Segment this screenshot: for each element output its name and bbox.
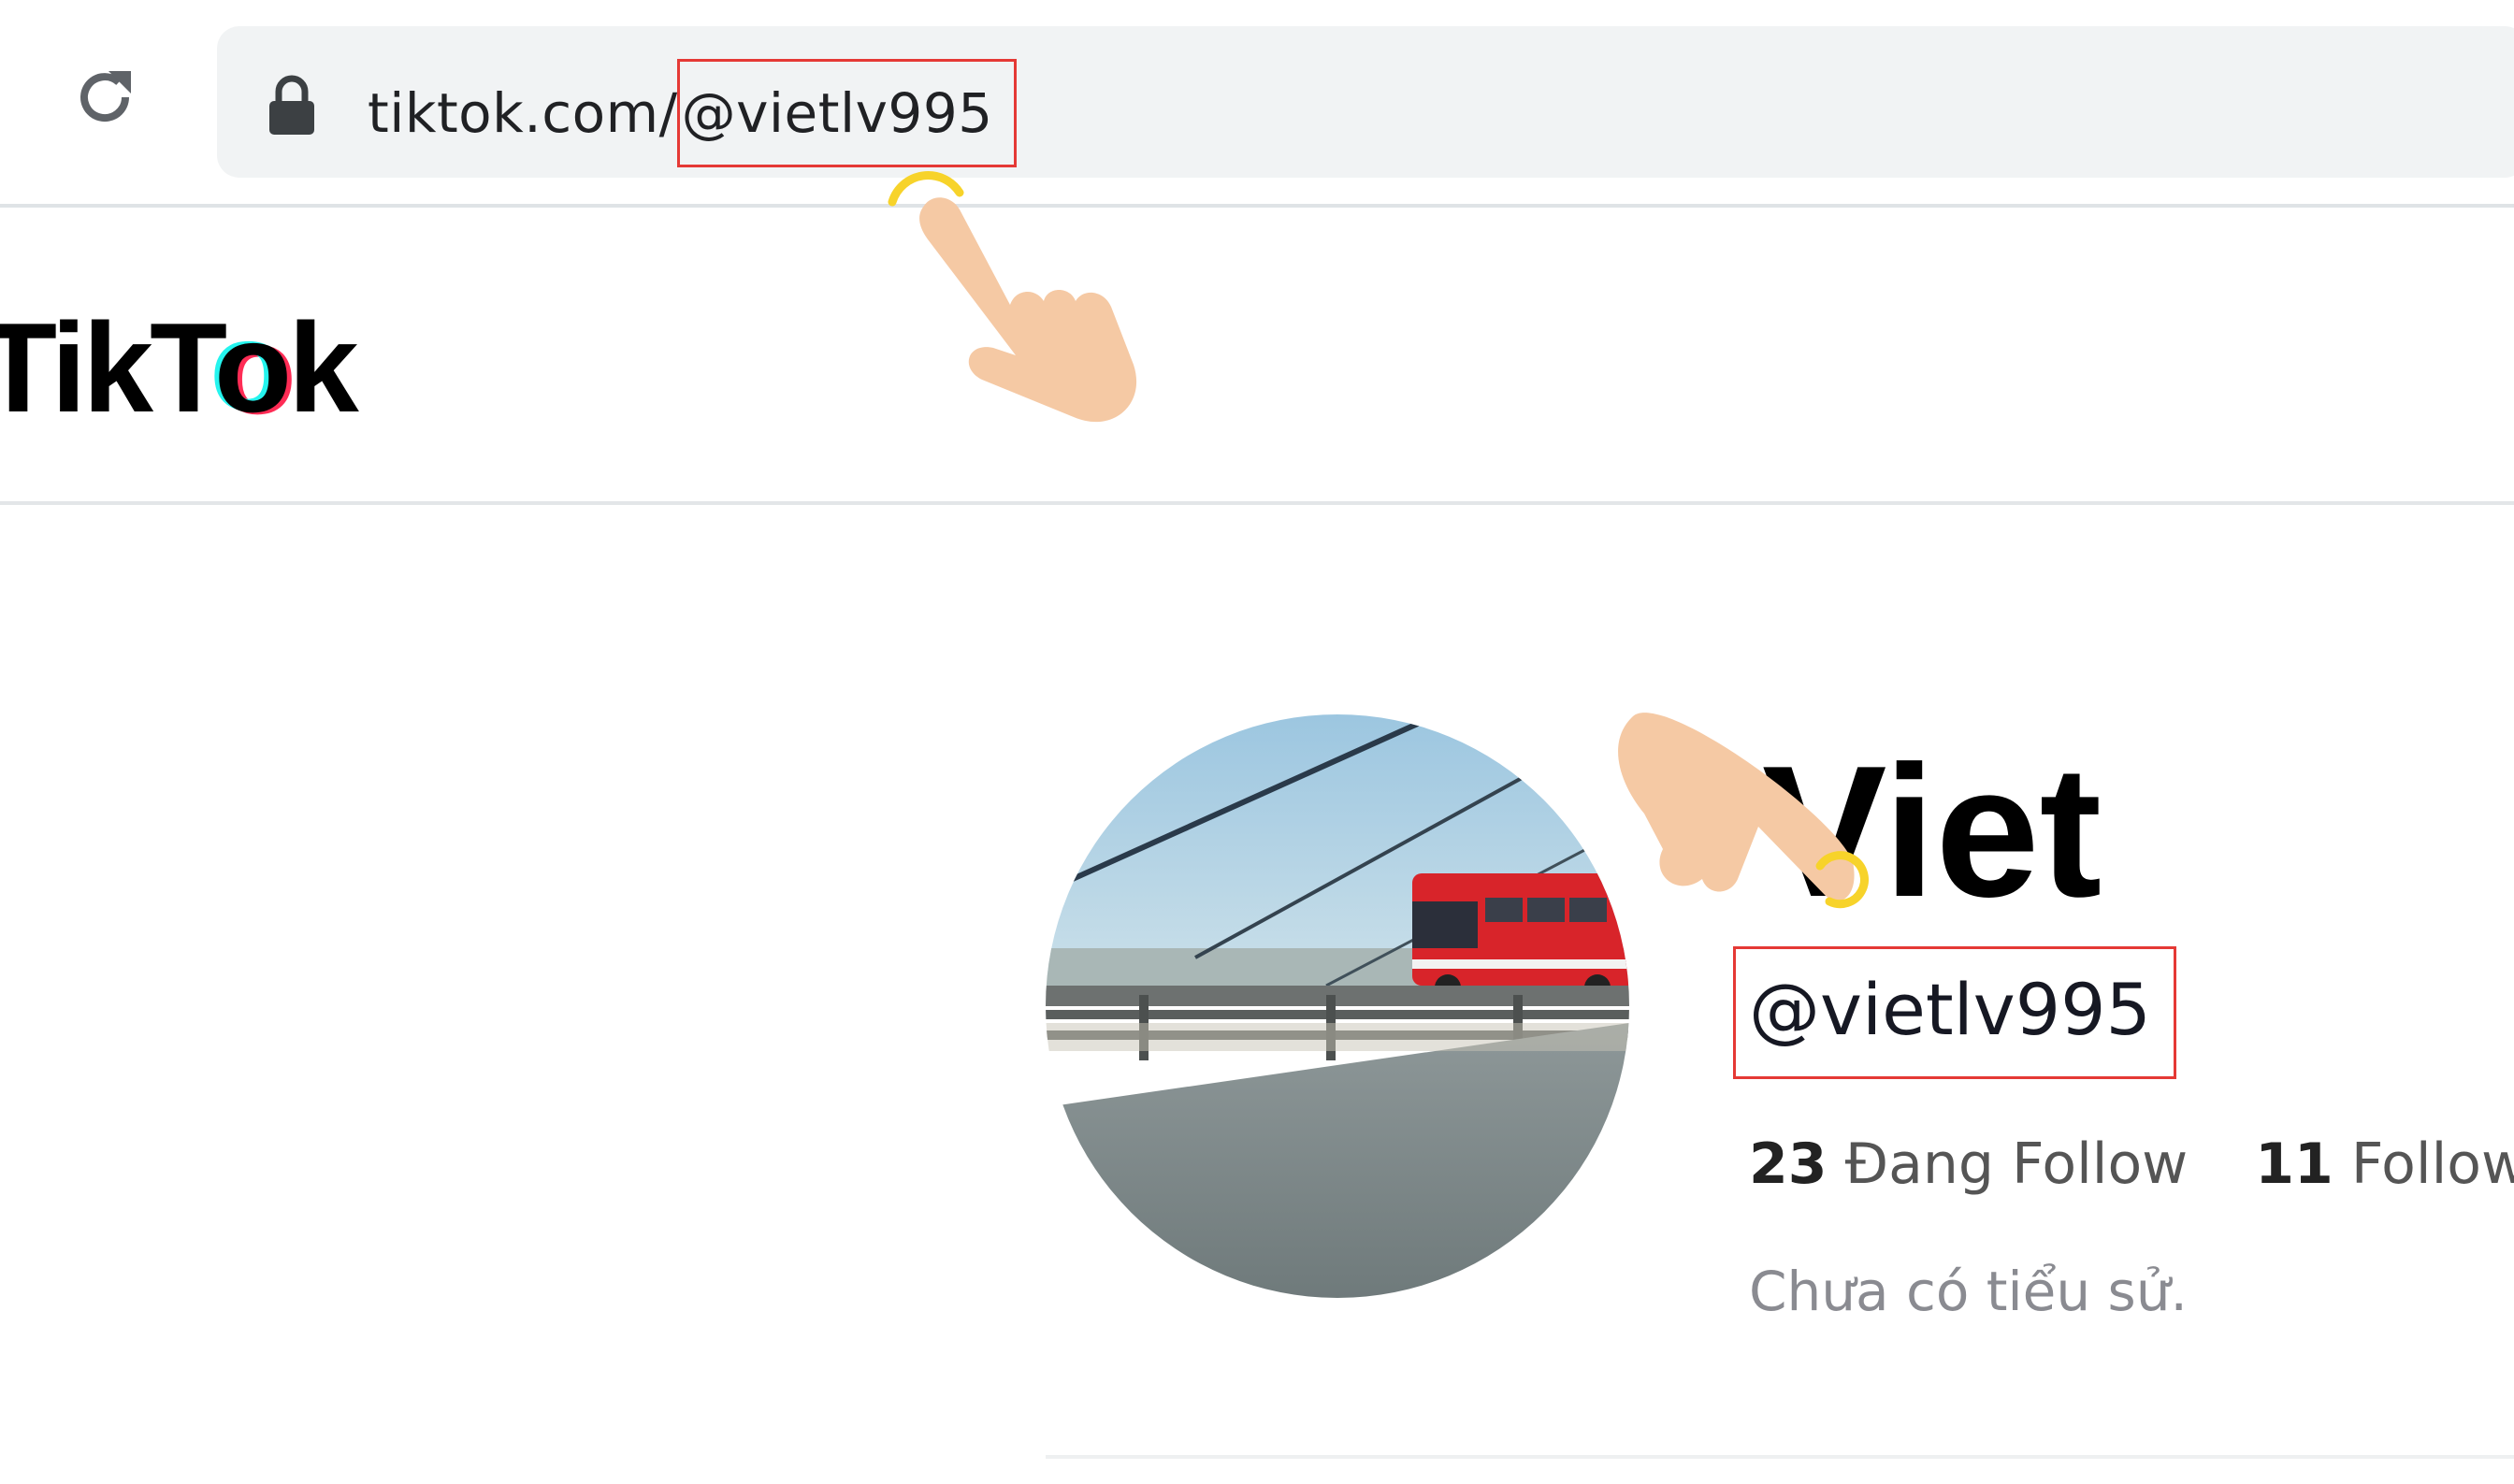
toolbar-divider (0, 204, 2514, 208)
lock-icon[interactable] (267, 75, 316, 137)
following-stat[interactable]: 23 Đang Follow (1749, 1131, 2188, 1197)
tiktok-logo[interactable]: TikTok (0, 296, 359, 439)
tap-ring-icon (888, 171, 964, 207)
following-label: Đang Follow (1844, 1131, 2189, 1197)
following-count: 23 (1749, 1131, 1828, 1197)
pointing-hand-icon (1618, 713, 1869, 909)
followers-count: 11 (2255, 1131, 2333, 1197)
url-username-highlight: @vietlv995 (676, 59, 1017, 167)
url-domain: tiktok.com/ (368, 81, 678, 145)
logo-text-a: TikT (0, 296, 218, 439)
profile-divider (1046, 1455, 2514, 1459)
header-divider (0, 501, 2514, 505)
profile-stats: 23 Đang Follow 11 Follow (1749, 1122, 2514, 1206)
profile-username: @vietlv995 (1749, 968, 2151, 1051)
bus-icon (1412, 873, 1629, 1001)
logo-text-o: o (214, 296, 292, 439)
url-text[interactable]: tiktok.com/@vietlv995 (368, 59, 1017, 167)
followers-stat[interactable]: 11 Follow (2255, 1131, 2514, 1197)
logo-text-k: k (288, 296, 359, 439)
pointing-hand-icon (888, 171, 1137, 423)
profile-bio: Chưa có tiểu sử. (1749, 1260, 2188, 1323)
profile-avatar[interactable] (1046, 714, 1629, 1298)
reload-icon[interactable] (67, 60, 142, 135)
followers-label: Follow (2350, 1131, 2514, 1197)
avatar-photo (1046, 714, 1629, 1298)
